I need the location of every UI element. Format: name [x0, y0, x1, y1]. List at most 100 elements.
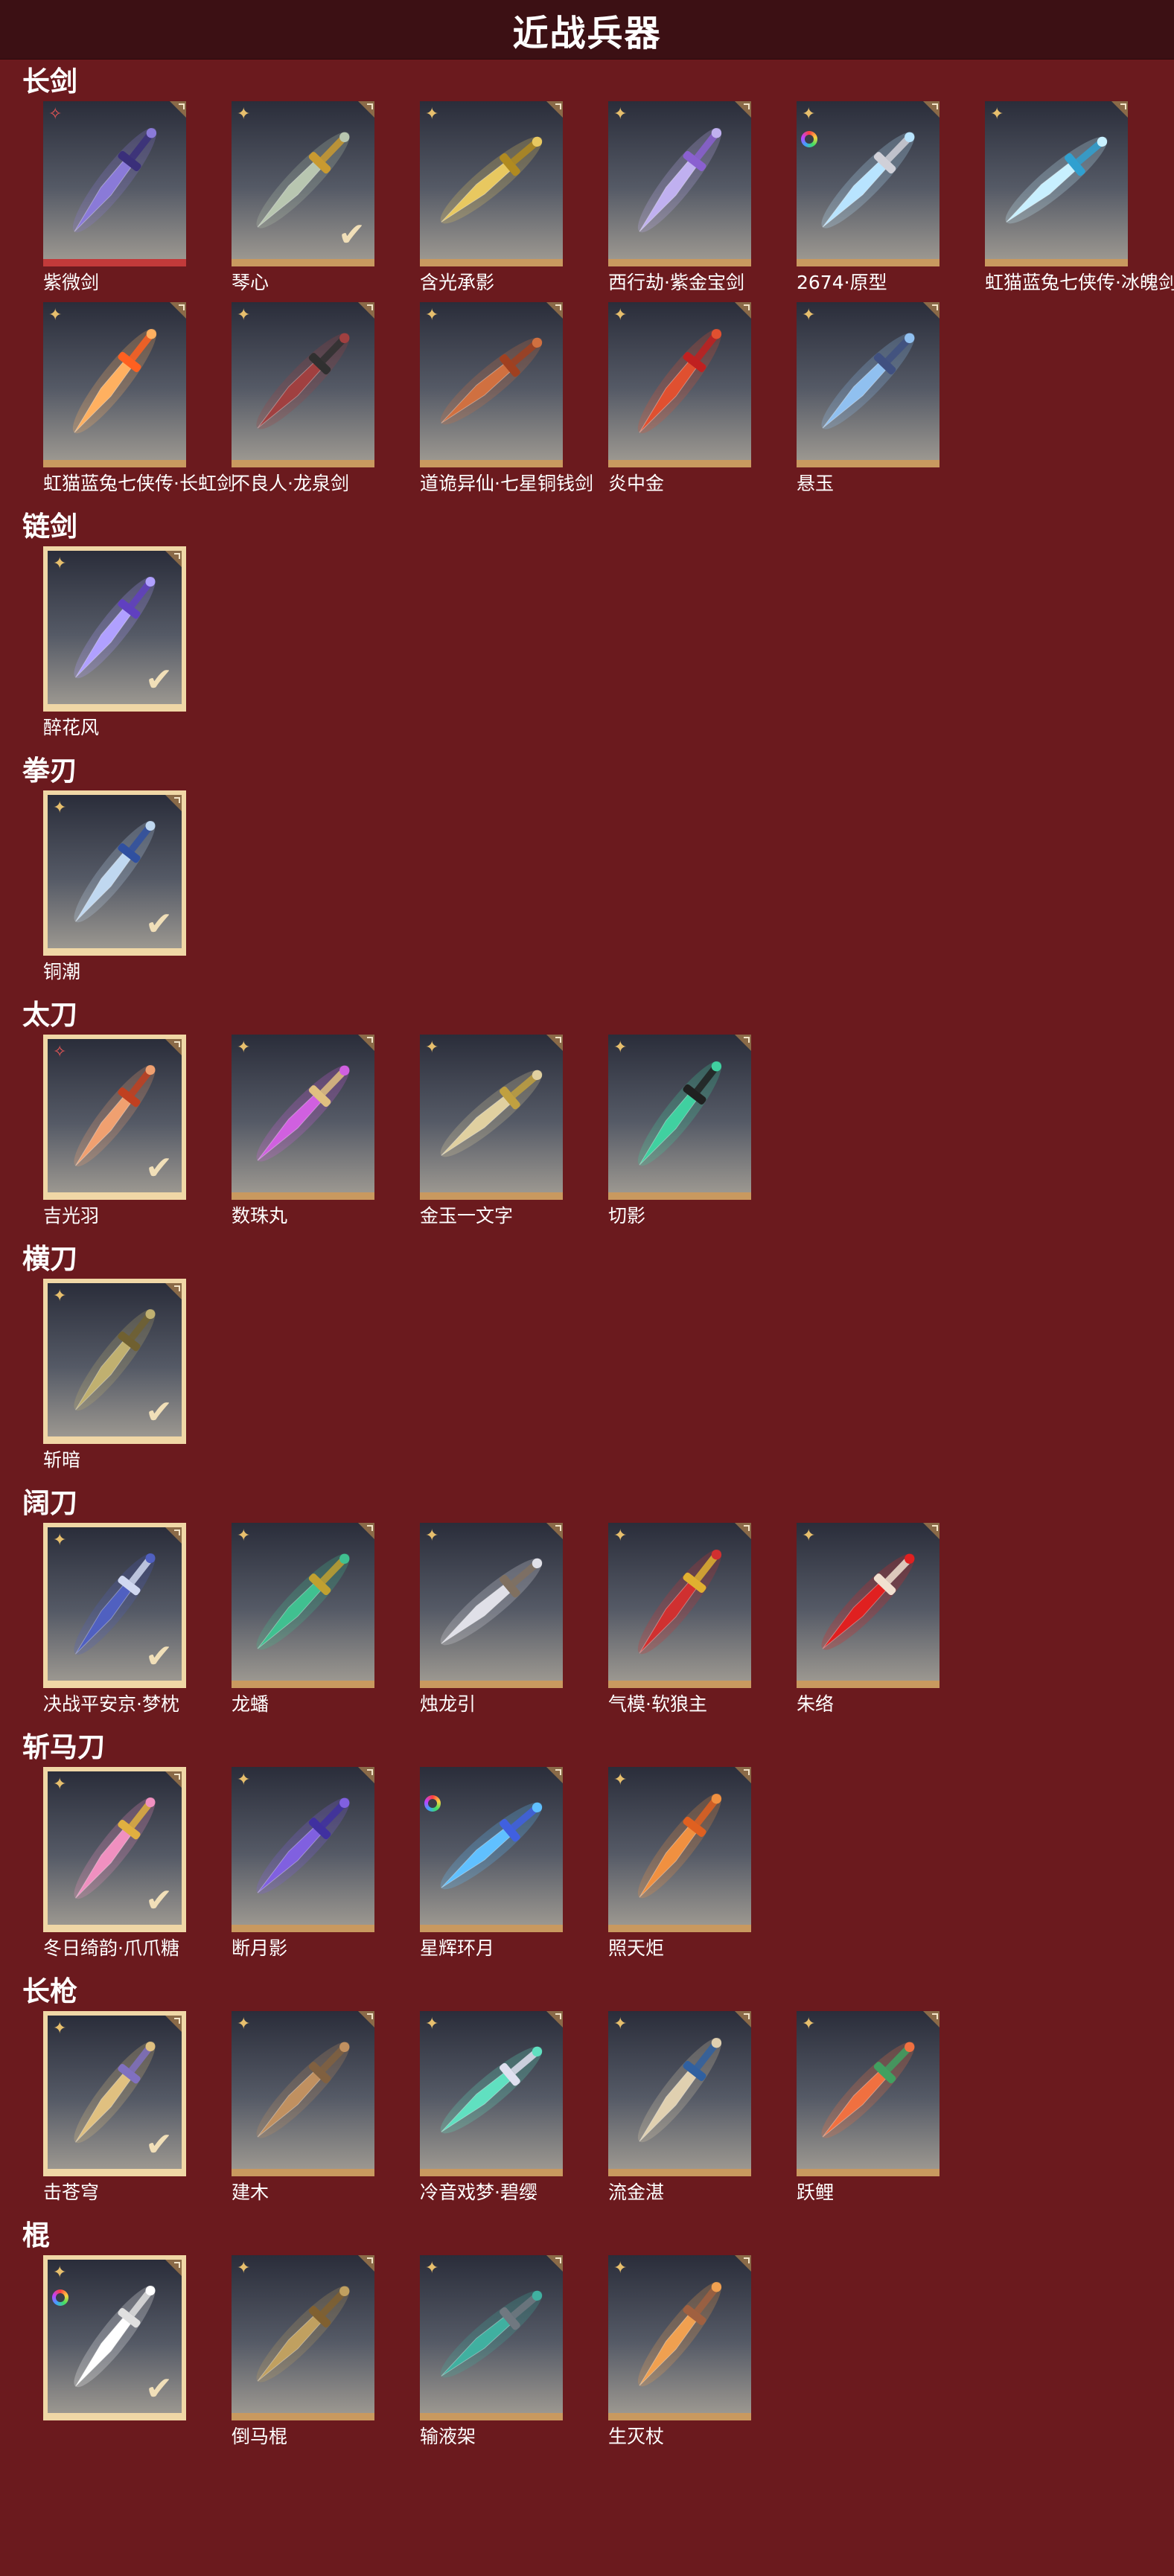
- weapon-item[interactable]: ✦ 数珠丸: [232, 1035, 374, 1228]
- weapon-card[interactable]: ✦: [420, 1523, 563, 1688]
- corner-arrow-icon[interactable]: [546, 1523, 563, 1539]
- weapon-card[interactable]: ✦ ✔: [43, 2011, 186, 2176]
- weapon-item[interactable]: ✦ 冷音戏梦·碧缨: [420, 2011, 563, 2205]
- weapon-item[interactable]: ✦ 悬玉: [797, 302, 939, 496]
- weapon-item[interactable]: ✦ 朱络: [797, 1523, 939, 1716]
- weapon-item[interactable]: ✦ 道诡异仙·七星铜钱剑: [420, 302, 593, 496]
- weapon-card[interactable]: ✦ ✔: [43, 546, 186, 712]
- weapon-item[interactable]: ✦ 炎中金: [608, 302, 751, 496]
- weapon-card[interactable]: ✧: [43, 101, 186, 266]
- corner-arrow-icon[interactable]: [165, 1771, 182, 1788]
- corner-arrow-icon[interactable]: [358, 2255, 374, 2272]
- weapon-card[interactable]: ✦: [232, 2255, 374, 2420]
- corner-arrow-icon[interactable]: [1111, 101, 1128, 118]
- weapon-card[interactable]: ✦: [232, 1523, 374, 1688]
- weapon-item[interactable]: ✦ ✔ 铜潮: [43, 790, 186, 984]
- corner-arrow-icon[interactable]: [358, 1767, 374, 1783]
- corner-arrow-icon[interactable]: [923, 302, 939, 319]
- weapon-item[interactable]: ✦ 流金湛: [608, 2011, 751, 2205]
- weapon-item[interactable]: ✦ 建木: [232, 2011, 374, 2205]
- weapon-item[interactable]: ✧ ✔ 吉光羽: [43, 1035, 186, 1228]
- weapon-card[interactable]: ✦ ✔: [43, 2255, 186, 2420]
- weapon-card[interactable]: ✦: [608, 101, 751, 266]
- weapon-card[interactable]: ✦ ✔: [43, 790, 186, 956]
- weapon-item[interactable]: ✦ 切影: [608, 1035, 751, 1228]
- weapon-card[interactable]: ✧ ✔: [43, 1035, 186, 1200]
- corner-arrow-icon[interactable]: [735, 302, 751, 319]
- weapon-card[interactable]: ✦: [420, 2255, 563, 2420]
- weapon-item[interactable]: ✦ 2674·原型: [797, 101, 939, 295]
- weapon-item[interactable]: ✦ 生灭杖: [608, 2255, 751, 2449]
- corner-arrow-icon[interactable]: [170, 101, 186, 118]
- weapon-card[interactable]: ✦: [797, 101, 939, 266]
- corner-arrow-icon[interactable]: [546, 101, 563, 118]
- weapon-card[interactable]: ✦: [420, 101, 563, 266]
- corner-arrow-icon[interactable]: [735, 1523, 751, 1539]
- weapon-item[interactable]: ✦ ✔ 醉花风: [43, 546, 186, 740]
- weapon-card[interactable]: ✦: [232, 1035, 374, 1200]
- weapon-card[interactable]: ✦ ✔: [43, 1767, 186, 1932]
- corner-arrow-icon[interactable]: [165, 2016, 182, 2032]
- weapon-item[interactable]: ✦ 倒马棍: [232, 2255, 374, 2449]
- weapon-item[interactable]: ✦ 金玉一文字: [420, 1035, 563, 1228]
- corner-arrow-icon[interactable]: [923, 2011, 939, 2027]
- weapon-card[interactable]: ✦: [232, 302, 374, 467]
- weapon-item[interactable]: ✦ 跃鲤: [797, 2011, 939, 2205]
- weapon-item[interactable]: ✦ 输液架: [420, 2255, 563, 2449]
- corner-arrow-icon[interactable]: [923, 1523, 939, 1539]
- weapon-item[interactable]: ✦ ✔ 决战平安京·梦枕: [43, 1523, 186, 1716]
- corner-arrow-icon[interactable]: [735, 2011, 751, 2027]
- weapon-item[interactable]: 星辉环月: [420, 1767, 563, 1960]
- weapon-item[interactable]: ✦ 西行劫·紫金宝剑: [608, 101, 751, 295]
- weapon-card[interactable]: ✦: [420, 1035, 563, 1200]
- weapon-item[interactable]: ✦ 烛龙引: [420, 1523, 563, 1716]
- weapon-item[interactable]: ✦ 气模·软狼主: [608, 1523, 751, 1716]
- weapon-item[interactable]: ✦ 不良人·龙泉剑: [232, 302, 374, 496]
- weapon-item[interactable]: ✦ ✔ 击苍穹: [43, 2011, 186, 2205]
- weapon-card[interactable]: ✦: [420, 2011, 563, 2176]
- corner-arrow-icon[interactable]: [165, 795, 182, 811]
- corner-arrow-icon[interactable]: [165, 2260, 182, 2276]
- weapon-item[interactable]: ✦ 虹猫蓝兔七侠传·长虹剑: [43, 302, 235, 496]
- corner-arrow-icon[interactable]: [735, 1035, 751, 1051]
- corner-arrow-icon[interactable]: [358, 302, 374, 319]
- weapon-card[interactable]: ✦: [608, 1523, 751, 1688]
- weapon-item[interactable]: ✦ 龙蟠: [232, 1523, 374, 1716]
- weapon-card[interactable]: ✦ ✔: [232, 101, 374, 266]
- weapon-card[interactable]: ✦: [43, 302, 186, 467]
- weapon-card[interactable]: ✦: [797, 1523, 939, 1688]
- weapon-item[interactable]: ✦ 含光承影: [420, 101, 563, 295]
- corner-arrow-icon[interactable]: [546, 2255, 563, 2272]
- corner-arrow-icon[interactable]: [165, 1283, 182, 1300]
- corner-arrow-icon[interactable]: [170, 302, 186, 319]
- corner-arrow-icon[interactable]: [358, 2011, 374, 2027]
- weapon-card[interactable]: ✦: [797, 2011, 939, 2176]
- weapon-card[interactable]: ✦: [985, 101, 1128, 266]
- weapon-item[interactable]: ✦ 虹猫蓝兔七侠传·冰魄剑: [985, 101, 1174, 295]
- corner-arrow-icon[interactable]: [735, 1767, 751, 1783]
- weapon-item[interactable]: ✦ 断月影: [232, 1767, 374, 1960]
- corner-arrow-icon[interactable]: [358, 101, 374, 118]
- corner-arrow-icon[interactable]: [546, 2011, 563, 2027]
- corner-arrow-icon[interactable]: [735, 101, 751, 118]
- weapon-card[interactable]: ✦: [420, 302, 563, 467]
- corner-arrow-icon[interactable]: [546, 302, 563, 319]
- weapon-card[interactable]: ✦: [608, 302, 751, 467]
- weapon-card[interactable]: ✦: [608, 1035, 751, 1200]
- weapon-card[interactable]: ✦: [232, 2011, 374, 2176]
- weapon-card[interactable]: [420, 1767, 563, 1932]
- weapon-card[interactable]: ✦: [608, 1767, 751, 1932]
- weapon-card[interactable]: ✦ ✔: [43, 1523, 186, 1688]
- corner-arrow-icon[interactable]: [546, 1767, 563, 1783]
- corner-arrow-icon[interactable]: [165, 1039, 182, 1055]
- weapon-card[interactable]: ✦: [232, 1767, 374, 1932]
- weapon-card[interactable]: ✦: [608, 2255, 751, 2420]
- corner-arrow-icon[interactable]: [165, 551, 182, 567]
- corner-arrow-icon[interactable]: [165, 1527, 182, 1544]
- corner-arrow-icon[interactable]: [358, 1523, 374, 1539]
- corner-arrow-icon[interactable]: [923, 101, 939, 118]
- weapon-item[interactable]: ✦ ✔ 斩暗: [43, 1279, 186, 1472]
- weapon-card[interactable]: ✦ ✔: [43, 1279, 186, 1444]
- weapon-item[interactable]: ✦ 照天炬: [608, 1767, 751, 1960]
- weapon-card[interactable]: ✦: [797, 302, 939, 467]
